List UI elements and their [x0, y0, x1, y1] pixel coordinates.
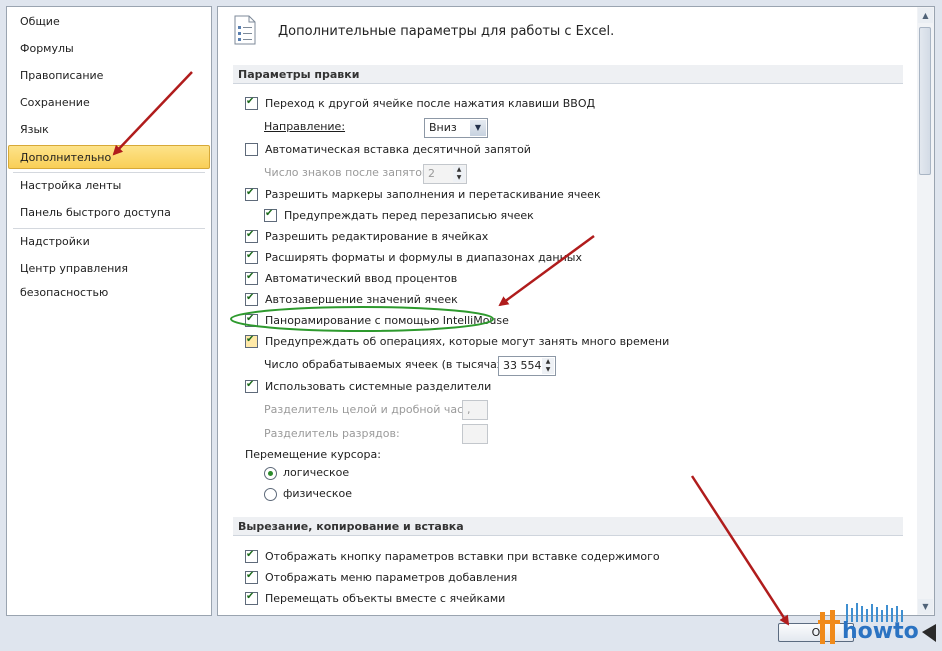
checkbox-icon[interactable] [245, 378, 258, 393]
checkbox-icon[interactable] [245, 333, 258, 348]
option-insert-options[interactable]: Отображать меню параметров добавления [245, 569, 645, 587]
option-overwrite-warn[interactable]: Предупреждать перед перезаписью ячеек [264, 207, 664, 225]
sidebar-item-trust-center[interactable]: Центр управления безопасностью [7, 257, 211, 299]
document-options-icon [234, 15, 256, 45]
sidebar-item-addins[interactable]: Надстройки [7, 230, 211, 254]
radio-label: физическое [283, 487, 353, 500]
vertical-scrollbar[interactable]: ▲ ▼ [917, 6, 935, 616]
radio-physical[interactable]: физическое [264, 485, 464, 503]
sidebar-item-formulas[interactable]: Формулы [7, 37, 211, 61]
cells-count-value: 33 554 [503, 359, 542, 372]
sidebar-divider [13, 228, 205, 229]
direction-select[interactable]: Вниз ▼ [424, 118, 488, 138]
option-label: Перемещать объекты вместе с ячейками [265, 592, 506, 605]
option-label: Автоматическая вставка десятичной запято… [265, 143, 531, 156]
sidebar-item-save[interactable]: Сохранение [7, 91, 211, 115]
checkbox-icon[interactable] [245, 590, 258, 605]
option-system-separators[interactable]: Использовать системные разделители [245, 378, 645, 396]
scroll-up-icon[interactable]: ▲ [918, 8, 933, 23]
decimal-places-label: Число знаков после запятой: [264, 166, 433, 179]
decimal-separator-label: Разделитель целой и дробной части: [264, 403, 481, 416]
radio-logical[interactable]: логическое [264, 464, 464, 482]
section-title-clipboard: Вырезание, копирование и вставка [233, 517, 903, 536]
option-auto-percent[interactable]: Автоматический ввод процентов [245, 270, 645, 288]
spinner-down-icon[interactable]: ▼ [542, 366, 554, 374]
checkbox-icon[interactable] [245, 228, 258, 243]
option-label: Разрешить редактирование в ячейках [265, 230, 489, 243]
checkbox-icon[interactable] [245, 95, 258, 110]
option-label: Отображать кнопку параметров вставки при… [265, 550, 660, 563]
options-sidebar: Общие Формулы Правописание Сохранение Яз… [6, 6, 212, 616]
decimal-separator-input[interactable]: , [462, 400, 488, 420]
decimal-separator-value: , [467, 403, 471, 416]
checkbox-icon[interactable] [245, 569, 258, 584]
option-extend-formats[interactable]: Расширять форматы и формулы в диапазонах… [245, 249, 645, 267]
sidebar-item-proofing[interactable]: Правописание [7, 64, 211, 88]
option-auto-decimal[interactable]: Автоматическая вставка десятичной запято… [245, 141, 645, 159]
thousands-separator-label: Разделитель разрядов: [264, 427, 400, 440]
sidebar-item-language[interactable]: Язык [7, 118, 211, 142]
option-move-after-enter[interactable]: Переход к другой ячейке после нажатия кл… [245, 95, 645, 113]
sidebar-item-general[interactable]: Общие [7, 10, 211, 34]
scrollbar-thumb[interactable] [919, 27, 931, 175]
option-intellimouse[interactable]: Панорамирование с помощью IntelliMouse [245, 312, 645, 330]
checkbox-icon[interactable] [245, 186, 258, 201]
options-content: Дополнительные параметры для работы с Ex… [217, 6, 919, 616]
spinner-down-icon[interactable]: ▼ [453, 174, 465, 182]
cells-count-label: Число обрабатываемых ячеек (в тысячах): [264, 358, 512, 371]
checkbox-icon[interactable] [245, 312, 258, 327]
option-label: Автозавершение значений ячеек [265, 293, 458, 306]
spinner-up-icon[interactable]: ▲ [453, 166, 465, 174]
option-autocomplete[interactable]: Автозавершение значений ячеек [245, 291, 645, 309]
option-label: Отображать меню параметров добавления [265, 571, 518, 584]
option-label: Расширять форматы и формулы в диапазонах… [265, 251, 583, 264]
checkbox-icon[interactable] [264, 207, 277, 222]
checkbox-icon[interactable] [245, 548, 258, 563]
option-decimal-separator: Разделитель целой и дробной части: [264, 401, 481, 419]
spinner-up-icon[interactable]: ▲ [542, 358, 554, 366]
option-edit-in-cell[interactable]: Разрешить редактирование в ячейках [245, 228, 645, 246]
option-move-objects[interactable]: Перемещать объекты вместе с ячейками [245, 590, 645, 608]
logo-text: howto [842, 619, 919, 644]
option-fill-handle[interactable]: Разрешить маркеры заполнения и перетаски… [245, 186, 645, 204]
checkbox-icon[interactable] [245, 291, 258, 306]
option-label: Использовать системные разделители [265, 380, 492, 393]
section-title-editing: Параметры правки [233, 65, 903, 84]
option-label: Переход к другой ячейке после нажатия кл… [265, 97, 596, 110]
radio-label: логическое [283, 466, 350, 479]
option-warn-long-ops[interactable]: Предупреждать об операциях, которые могу… [245, 333, 705, 351]
page-title: Дополнительные параметры для работы с Ex… [278, 24, 615, 39]
cells-count-spinner[interactable]: 33 554 ▲ ▼ [498, 356, 556, 376]
sidebar-item-quick-access-toolbar[interactable]: Панель быстрого доступа [7, 201, 211, 225]
checkbox-icon[interactable] [245, 270, 258, 285]
sidebar-item-advanced[interactable]: Дополнительно [8, 145, 210, 169]
decimal-places-value: 2 [428, 167, 435, 180]
option-label: Автоматический ввод процентов [265, 272, 458, 285]
sidebar-divider [13, 172, 205, 173]
sidebar-item-customize-ribbon[interactable]: Настройка ленты [7, 174, 211, 198]
option-label: Предупреждать об операциях, которые могу… [265, 335, 670, 348]
howto-logo: howto [818, 603, 936, 644]
option-label: Предупреждать перед перезаписью ячеек [284, 209, 534, 222]
option-label: Разрешить маркеры заполнения и перетаски… [265, 188, 601, 201]
dropdown-arrow-icon[interactable]: ▼ [470, 120, 486, 136]
radio-icon[interactable] [264, 467, 277, 480]
checkbox-icon[interactable] [245, 143, 258, 156]
cursor-move-label: Перемещение курсора: [245, 446, 545, 464]
option-paste-options[interactable]: Отображать кнопку параметров вставки при… [245, 548, 665, 566]
direction-value: Вниз [429, 121, 457, 134]
decimal-places-spinner[interactable]: 2 ▲ ▼ [423, 164, 467, 184]
cursor-move-caption: Перемещение курсора: [245, 448, 381, 461]
direction-label: Направление: [264, 120, 346, 133]
option-cells-count: Число обрабатываемых ячеек (в тысячах): [264, 356, 511, 374]
checkbox-icon[interactable] [245, 249, 258, 264]
radio-icon[interactable] [264, 488, 277, 501]
thousands-separator-input[interactable] [462, 424, 488, 444]
option-label: Панорамирование с помощью IntelliMouse [265, 314, 509, 327]
option-thousands-separator: Разделитель разрядов: [264, 425, 464, 443]
